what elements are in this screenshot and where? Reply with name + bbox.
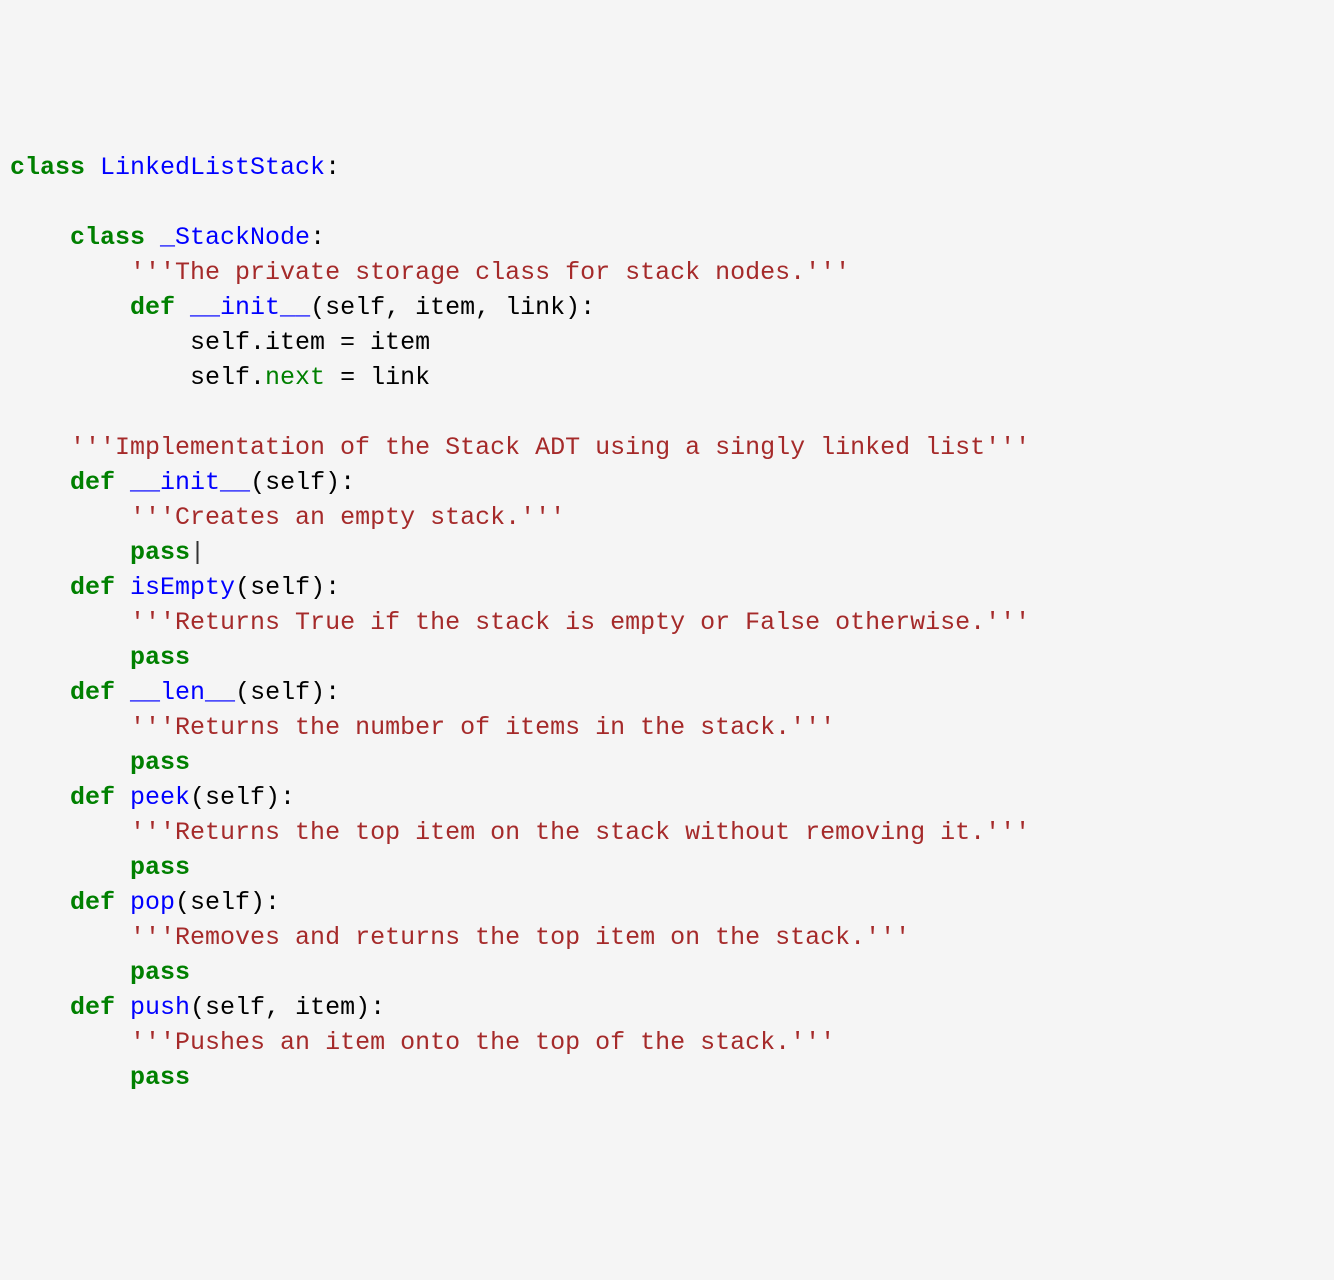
code-token: def — [70, 678, 130, 707]
code-token: '''Pushes an item onto the top of the st… — [130, 1028, 835, 1057]
code-token: def — [70, 993, 130, 1022]
code-token — [10, 993, 70, 1022]
code-token: : — [325, 153, 340, 182]
code-token — [10, 713, 130, 742]
code-token: __init__ — [190, 293, 310, 322]
code-token: : — [310, 223, 325, 252]
code-token: (self): — [175, 888, 280, 917]
code-token: = link — [325, 363, 430, 392]
code-token: (self): — [235, 573, 340, 602]
code-token: (self, item): — [190, 993, 385, 1022]
code-token — [10, 538, 130, 567]
code-token: (self): — [190, 783, 295, 812]
code-token: _StackNode — [160, 223, 310, 252]
code-token: self.item = item — [10, 328, 430, 357]
code-token — [10, 608, 130, 637]
code-token: isEmpty — [130, 573, 235, 602]
code-token: '''Returns the top item on the stack wit… — [130, 818, 1030, 847]
code-token: class — [70, 223, 160, 252]
code-token — [10, 643, 130, 672]
code-token: next — [265, 363, 325, 392]
code-token: (self, item, link): — [310, 293, 595, 322]
code-token — [10, 783, 70, 812]
code-token — [10, 818, 130, 847]
code-token: LinkedListStack — [100, 153, 325, 182]
code-token: '''The private storage class for stack n… — [130, 258, 850, 287]
code-token: def — [70, 783, 130, 812]
text-cursor: | — [190, 538, 205, 567]
code-token: (self): — [250, 468, 355, 497]
code-token: pass — [130, 853, 190, 882]
code-token: pass — [130, 958, 190, 987]
code-token: def — [70, 468, 130, 497]
code-token — [10, 258, 130, 287]
code-token — [10, 223, 70, 252]
code-token: peek — [130, 783, 190, 812]
code-token — [10, 1028, 130, 1057]
code-token — [10, 503, 130, 532]
code-token — [10, 293, 130, 322]
code-token: '''Implementation of the Stack ADT using… — [70, 433, 1030, 462]
code-token — [10, 888, 70, 917]
code-token: '''Returns True if the stack is empty or… — [130, 608, 1030, 637]
code-token: (self): — [235, 678, 340, 707]
code-token: push — [130, 993, 190, 1022]
code-token: pass — [130, 748, 190, 777]
code-token: pass — [130, 538, 190, 567]
code-token: def — [130, 293, 190, 322]
code-token — [10, 678, 70, 707]
code-token: pass — [130, 643, 190, 672]
code-token: '''Returns the number of items in the st… — [130, 713, 835, 742]
code-token — [10, 1063, 130, 1092]
code-token: __init__ — [130, 468, 250, 497]
code-token — [10, 923, 130, 952]
code-token: def — [70, 573, 130, 602]
code-token: pass — [130, 1063, 190, 1092]
code-token: def — [70, 888, 130, 917]
code-token: '''Removes and returns the top item on t… — [130, 923, 910, 952]
code-token: self. — [10, 363, 265, 392]
code-token: '''Creates an empty stack.''' — [130, 503, 565, 532]
code-block: class LinkedListStack: class _StackNode:… — [10, 150, 1324, 1095]
code-token: __len__ — [130, 678, 235, 707]
code-token — [10, 573, 70, 602]
code-token — [10, 468, 70, 497]
code-token: class — [10, 153, 100, 182]
code-token — [10, 853, 130, 882]
code-token — [10, 958, 130, 987]
code-token — [10, 748, 130, 777]
code-token — [10, 433, 70, 462]
code-token: pop — [130, 888, 175, 917]
